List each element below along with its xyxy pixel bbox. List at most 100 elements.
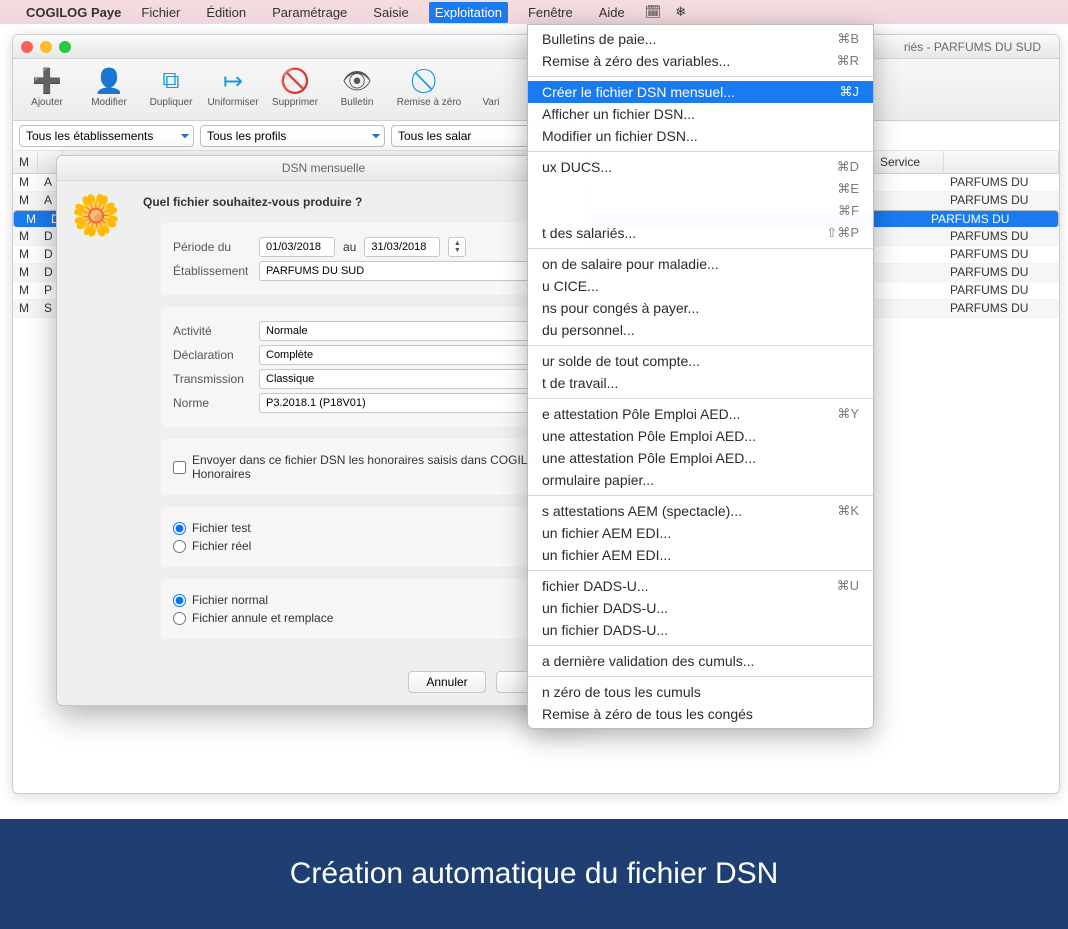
menu-item[interactable]: un fichier AEM EDI... (528, 544, 873, 566)
menu-item[interactable]: ur solde de tout compte... (528, 350, 873, 372)
filter-profils[interactable]: Tous les profils (200, 125, 385, 147)
menu-separator (528, 645, 873, 646)
col-m[interactable]: M (13, 151, 38, 173)
radio-fichier-normal[interactable] (173, 594, 186, 607)
toolbar-vari[interactable]: Vari (471, 65, 511, 108)
toolbar-raz[interactable]: ⃠Remise à zéro (389, 65, 469, 108)
menu-item[interactable]: n zéro de tous les cumuls (528, 681, 873, 703)
menu-item[interactable]: Remise à zéro de tous les congés (528, 703, 873, 725)
section-file-type: Fichier test Fichier réel (161, 507, 574, 567)
label-periode: Période du (173, 240, 251, 254)
menu-item[interactable]: une attestation Pôle Emploi AED... (528, 447, 873, 469)
toolbar-bulletin[interactable]: 👁Bulletin (327, 65, 387, 108)
menu-item[interactable]: u CICE... (528, 275, 873, 297)
input-date-from[interactable] (259, 237, 335, 257)
radio-fichier-annule[interactable] (173, 612, 186, 625)
section-file-mode: Fichier normal Fichier annule et remplac… (161, 579, 574, 639)
label-fichier-normal: Fichier normal (192, 593, 268, 607)
label-declaration: Déclaration (173, 348, 251, 362)
menu-item[interactable]: s attestations AEM (spectacle)...⌘K (528, 500, 873, 522)
label-transmission: Transmission (173, 372, 251, 386)
menu-item[interactable]: Afficher un fichier DSN... (528, 103, 873, 125)
select-activite[interactable]: Normale (259, 321, 562, 341)
section-periode: Période du au ▲▼ Établissement PARFUMS D… (161, 223, 574, 295)
eye-icon: 👁 (342, 65, 372, 97)
menu-item[interactable]: ormulaire papier... (528, 469, 873, 491)
menu-saisie[interactable]: Saisie (367, 2, 414, 23)
checkbox-honoraires[interactable] (173, 461, 186, 474)
dialog-buttons: Annuler OK (57, 671, 574, 693)
flower-icon: 🌼 (71, 192, 121, 239)
select-norme[interactable]: P3.2018.1 (P18V01) (259, 393, 562, 413)
toolbar-uniformiser[interactable]: ↦Uniformiser (203, 65, 263, 108)
cancel-button[interactable]: Annuler (408, 671, 486, 693)
menu-separator (528, 676, 873, 677)
exploitation-menu[interactable]: Bulletins de paie...⌘BRemise à zéro des … (527, 24, 874, 729)
menu-separator (528, 570, 873, 571)
calendar-icon[interactable]: 🗓 (645, 4, 662, 20)
menu-item[interactable]: un fichier DADS-U... (528, 597, 873, 619)
label-norme: Norme (173, 396, 251, 410)
col-service[interactable]: Service (874, 151, 944, 173)
toolbar-supprimer[interactable]: 🚫Supprimer (265, 65, 325, 108)
input-date-to[interactable] (364, 237, 440, 257)
duplicate-icon: ⧉ (162, 65, 179, 97)
traffic-lights[interactable] (21, 41, 71, 53)
filter-etablissements[interactable]: Tous les établissements (19, 125, 194, 147)
menu-item[interactable]: t des salariés...⇧⌘P (528, 222, 873, 244)
label-fichier-annule: Fichier annule et remplace (192, 611, 333, 625)
snowflake-icon[interactable]: ❄︎ (675, 4, 686, 20)
menu-item[interactable]: Créer le fichier DSN mensuel...⌘J (528, 81, 873, 103)
menu-item[interactable]: Modifier un fichier DSN... (528, 125, 873, 147)
menu-item[interactable]: t de travail... (528, 372, 873, 394)
radio-fichier-test[interactable] (173, 522, 186, 535)
menu-item[interactable]: ux DUCS...⌘D (528, 156, 873, 178)
toolbar-ajouter[interactable]: ➕Ajouter (17, 65, 77, 108)
menu-parametrage[interactable]: Paramétrage (266, 2, 353, 23)
menu-exploitation[interactable]: Exploitation (429, 2, 508, 23)
toolbar-modifier[interactable]: 👤Modifier (79, 65, 139, 108)
zoom-icon[interactable] (59, 41, 71, 53)
menu-item[interactable]: a dernière validation des cumuls... (528, 650, 873, 672)
label-activite: Activité (173, 324, 251, 338)
radio-fichier-reel[interactable] (173, 540, 186, 553)
select-declaration[interactable]: Complète (259, 345, 562, 365)
menu-item[interactable]: un fichier AEM EDI... (528, 522, 873, 544)
date-stepper[interactable]: ▲▼ (448, 237, 466, 257)
label-fichier-test: Fichier test (192, 521, 251, 535)
menu-edition[interactable]: Édition (200, 2, 252, 23)
menu-item[interactable]: on de salaire pour maladie... (528, 253, 873, 275)
toolbar-dupliquer[interactable]: ⧉Dupliquer (141, 65, 201, 108)
label-honoraires: Envoyer dans ce fichier DSN les honorair… (192, 453, 562, 481)
menu-separator (528, 76, 873, 77)
menu-separator (528, 248, 873, 249)
label-au: au (343, 240, 356, 254)
menu-item[interactable]: e attestation Pôle Emploi AED...⌘Y (528, 403, 873, 425)
select-transmission[interactable]: Classique (259, 369, 562, 389)
arrow-right-icon: ↦ (223, 65, 243, 97)
label-fichier-reel: Fichier réel (192, 539, 251, 553)
close-icon[interactable] (21, 41, 33, 53)
menu-fenetre[interactable]: Fenêtre (522, 2, 579, 23)
menu-item[interactable]: ⌘E (528, 178, 873, 200)
menu-separator (528, 151, 873, 152)
menu-item[interactable]: Bulletins de paie...⌘B (528, 28, 873, 50)
menu-item[interactable]: un fichier DADS-U... (528, 619, 873, 641)
menu-aide[interactable]: Aide (593, 2, 631, 23)
person-icon: 👤 (94, 65, 124, 97)
menu-item[interactable]: une attestation Pôle Emploi AED... (528, 425, 873, 447)
menu-separator (528, 398, 873, 399)
forbidden-icon: 🚫 (280, 65, 310, 97)
minimize-icon[interactable] (40, 41, 52, 53)
menu-item[interactable]: fichier DADS-U...⌘U (528, 575, 873, 597)
select-etablissement[interactable]: PARFUMS DU SUD (259, 261, 562, 281)
plus-icon: ➕ (32, 65, 62, 97)
menu-item[interactable]: du personnel... (528, 319, 873, 341)
menu-item[interactable]: Remise à zéro des variables...⌘R (528, 50, 873, 72)
menu-item[interactable]: ⌘F (528, 200, 873, 222)
app-name[interactable]: COGILOG Paye (26, 5, 121, 20)
menu-separator (528, 345, 873, 346)
col-end[interactable] (944, 151, 1059, 173)
menu-fichier[interactable]: Fichier (135, 2, 186, 23)
menu-item[interactable]: ns pour congés à payer... (528, 297, 873, 319)
